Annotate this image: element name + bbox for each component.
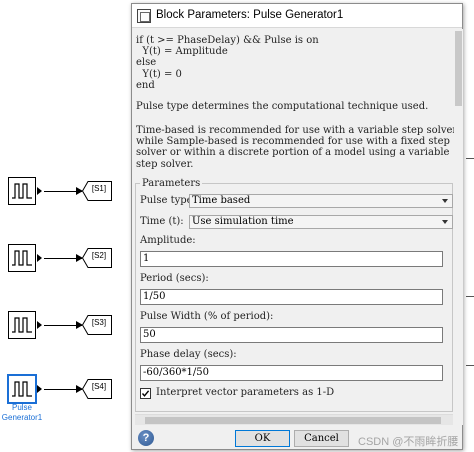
vertical-scrollbar[interactable]: [454, 29, 463, 425]
pulse-wave-icon: [12, 317, 32, 333]
period-label: Period (secs):: [140, 273, 209, 284]
scrollbar-thumb[interactable]: [455, 31, 462, 106]
scrollbar-thumb[interactable]: [145, 417, 441, 424]
block-name-line: Generator1: [1, 413, 43, 422]
pulse-width-label: Pulse Width (% of period):: [140, 311, 274, 322]
pulse-wave-icon: [12, 381, 32, 397]
pulse-generator-block[interactable]: [8, 244, 36, 272]
signal-line: [466, 296, 474, 297]
amplitude-label: Amplitude:: [140, 235, 196, 246]
block-description-text: Time-based is recommended for use with a…: [136, 125, 460, 170]
ok-button[interactable]: OK: [235, 430, 290, 447]
selected-block-name[interactable]: Pulse Generator1: [0, 403, 44, 423]
goto-tag-label: [S4]: [91, 382, 107, 391]
pulse-width-field[interactable]: 50: [140, 327, 443, 343]
output-port-icon: [37, 187, 42, 195]
pulse-wave-icon: [12, 250, 32, 266]
chevron-down-icon: [442, 199, 448, 203]
help-icon[interactable]: ?: [138, 430, 154, 446]
checkmark-icon: [141, 390, 150, 397]
interpret-vector-checkbox[interactable]: [140, 388, 151, 399]
period-field[interactable]: 1/50: [140, 289, 443, 305]
cancel-button[interactable]: Cancel: [294, 430, 349, 447]
block-description-code: if (t >= PhaseDelay) && Pulse is on Y(t)…: [136, 35, 319, 91]
pulse-generator1-block[interactable]: [7, 374, 37, 404]
pulse-wave-icon: [12, 183, 32, 199]
goto-block[interactable]: [S1]: [82, 181, 112, 201]
signal-line: [466, 365, 474, 366]
goto-tag-label: [S1]: [91, 184, 107, 193]
amplitude-field[interactable]: 1: [140, 251, 443, 267]
goto-block[interactable]: [S2]: [82, 248, 112, 268]
output-port-icon: [37, 385, 42, 393]
dialog-button-row: ? OK Cancel CSDN @不雨眸折腰: [132, 427, 462, 449]
output-port-icon: [37, 321, 42, 329]
pulse-type-label: Pulse type:: [140, 195, 196, 206]
window-icon: [137, 9, 151, 23]
block-description-text: Pulse type determines the computational …: [136, 101, 429, 112]
horizontal-scrollbar[interactable]: [135, 414, 453, 425]
goto-tag-label: [S2]: [91, 251, 107, 260]
pulse-generator-block[interactable]: [8, 177, 36, 205]
time-label: Time (t):: [140, 216, 184, 227]
time-value: Use simulation time: [192, 216, 294, 227]
goto-block[interactable]: [S3]: [82, 315, 112, 335]
pulse-generator-block[interactable]: [8, 311, 36, 339]
output-port-icon: [37, 254, 42, 262]
dialog-title: Block Parameters: Pulse Generator1: [156, 9, 344, 21]
phase-delay-label: Phase delay (secs):: [140, 349, 237, 360]
time-dropdown[interactable]: Use simulation time: [189, 215, 453, 229]
phase-delay-field[interactable]: -60/360*1/50: [140, 365, 443, 381]
goto-block[interactable]: [S4]: [82, 379, 112, 399]
pulse-type-dropdown[interactable]: Time based: [189, 194, 453, 208]
block-name-line: Pulse: [11, 403, 32, 412]
parameters-group-title: Parameters: [140, 178, 203, 190]
chevron-down-icon: [442, 220, 448, 224]
dialog-titlebar[interactable]: Block Parameters: Pulse Generator1: [132, 4, 462, 28]
goto-tag-label: [S3]: [91, 318, 107, 327]
block-parameters-dialog: Block Parameters: Pulse Generator1 if (t…: [131, 3, 463, 450]
signal-line: [466, 158, 474, 159]
pulse-type-value: Time based: [192, 195, 251, 206]
watermark-text: CSDN @不雨眸折腰: [358, 436, 459, 448]
interpret-vector-label[interactable]: Interpret vector parameters as 1-D: [156, 387, 334, 398]
